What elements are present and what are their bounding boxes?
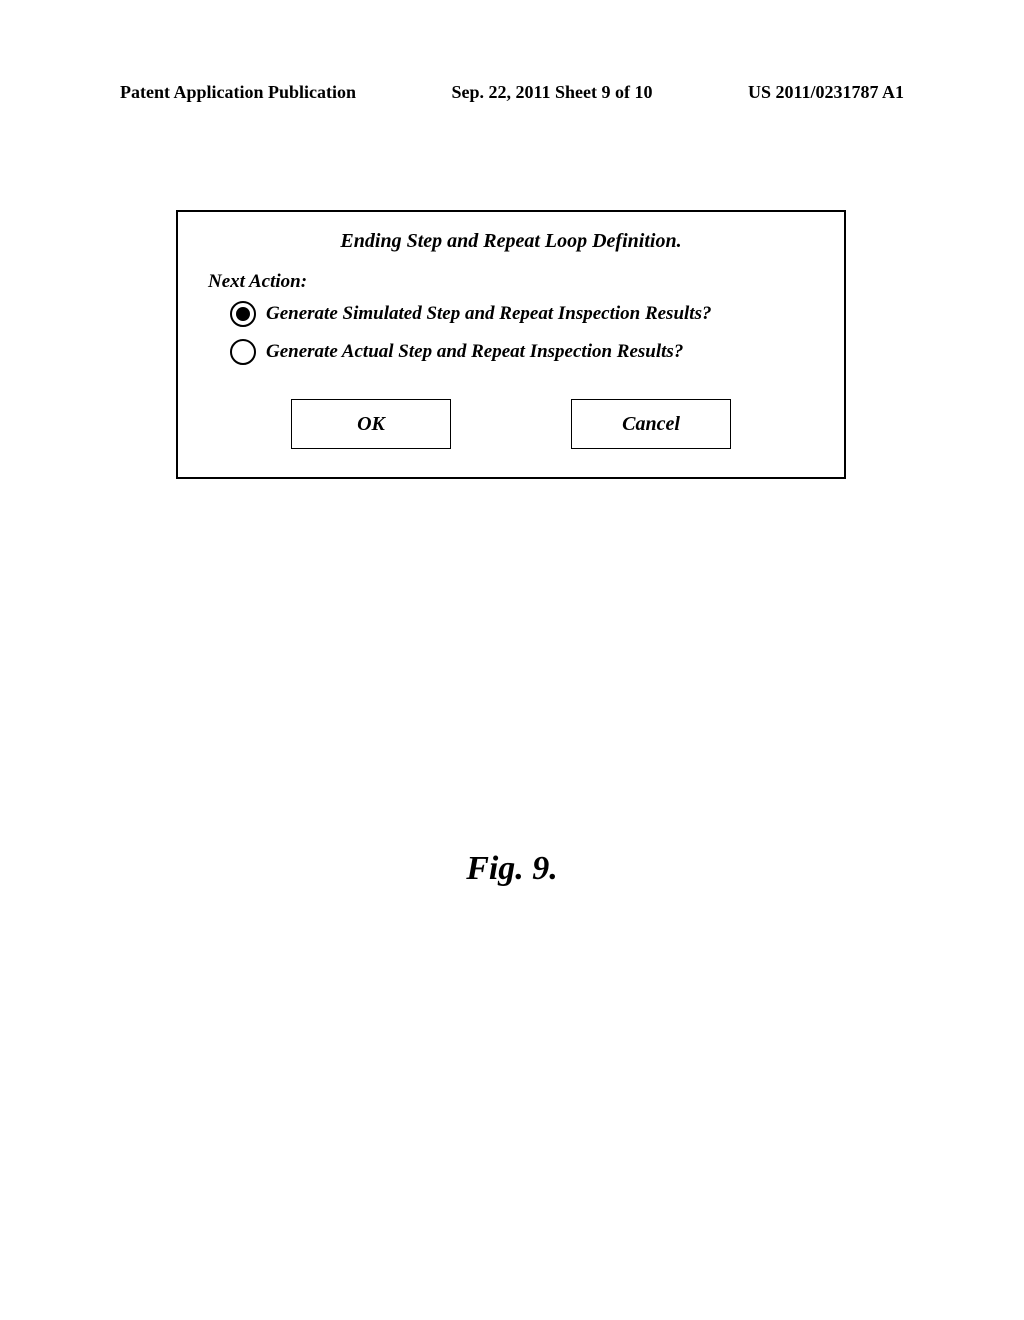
radio-button-icon — [230, 301, 256, 327]
dialog-body: Next Action: Generate Simulated Step and… — [178, 261, 844, 365]
header-patent-number: US 2011/0231787 A1 — [748, 82, 904, 103]
radio-button-icon — [230, 339, 256, 365]
radio-option-actual[interactable]: Generate Actual Step and Repeat Inspecti… — [230, 339, 814, 365]
radio-label-simulated: Generate Simulated Step and Repeat Inspe… — [266, 303, 711, 325]
cancel-button[interactable]: Cancel — [571, 399, 731, 449]
ok-button[interactable]: OK — [291, 399, 451, 449]
header-publication: Patent Application Publication — [120, 82, 356, 103]
figure-label: Fig. 9. — [0, 850, 1024, 888]
header-date-sheet: Sep. 22, 2011 Sheet 9 of 10 — [451, 82, 652, 103]
button-row: OK Cancel — [178, 377, 844, 477]
radio-option-simulated[interactable]: Generate Simulated Step and Repeat Inspe… — [230, 301, 814, 327]
dialog-title: Ending Step and Repeat Loop Definition. — [178, 212, 844, 261]
page-header: Patent Application Publication Sep. 22, … — [120, 82, 904, 103]
next-action-label: Next Action: — [208, 271, 814, 293]
radio-label-actual: Generate Actual Step and Repeat Inspecti… — [266, 341, 683, 363]
radio-selected-icon — [236, 307, 250, 321]
dialog-box: Ending Step and Repeat Loop Definition. … — [176, 210, 846, 479]
